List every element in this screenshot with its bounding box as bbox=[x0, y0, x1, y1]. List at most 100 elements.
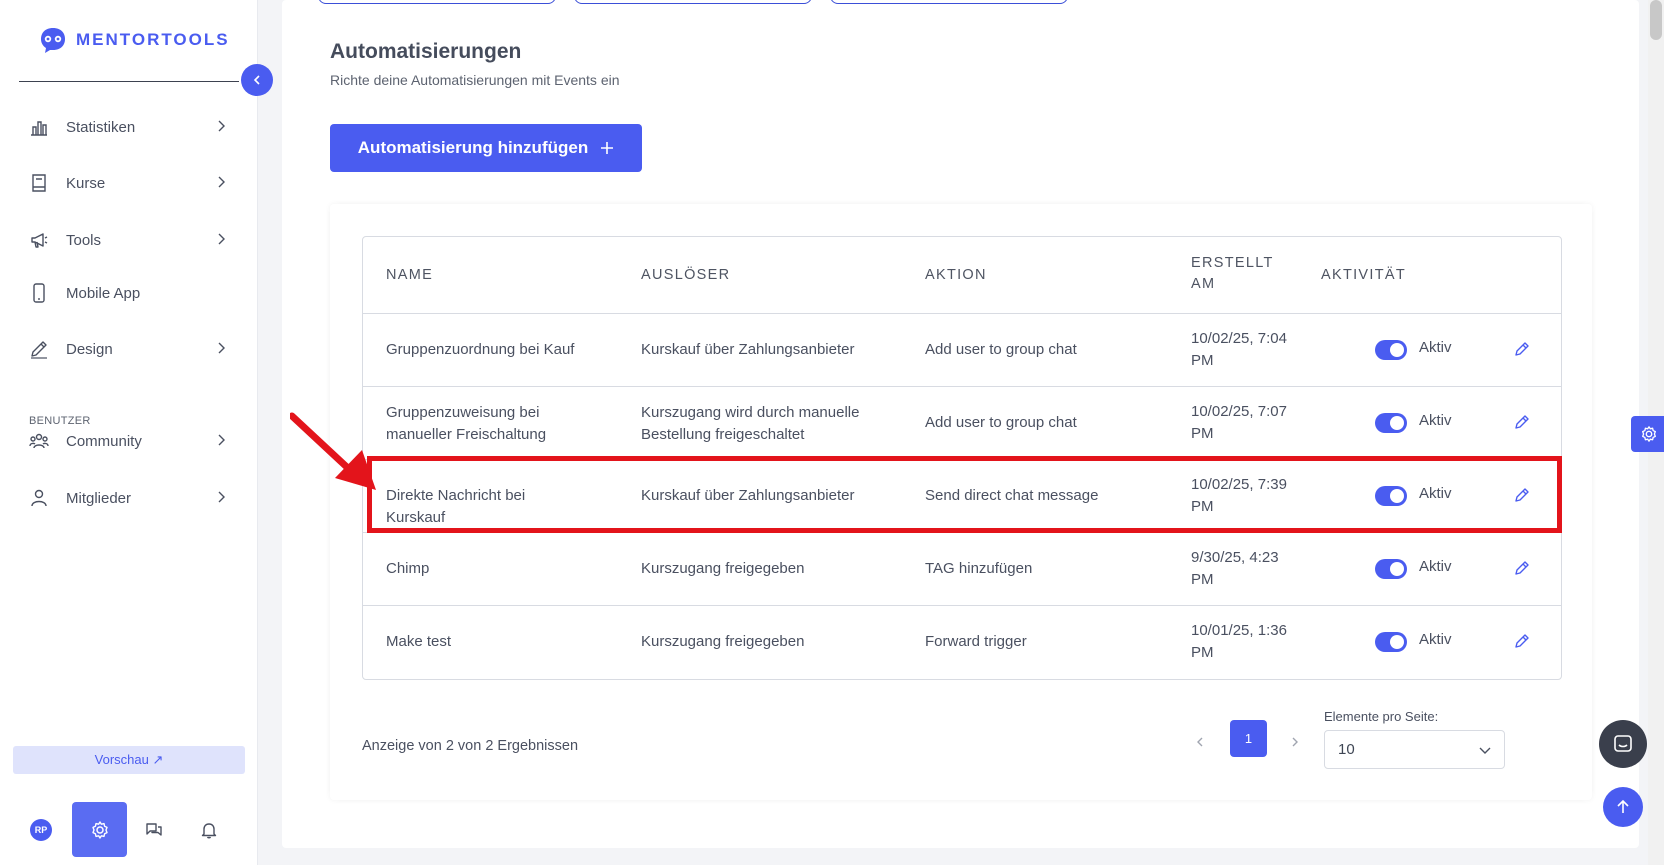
sidebar: MENTORTOOLS Statistiken Kurse Tools Mobile … bbox=[0, 0, 273, 865]
cell-action: Forward trigger bbox=[925, 633, 1027, 650]
result-count: Anzeige von 2 von 2 Ergebnissen bbox=[362, 738, 579, 754]
cell-created: 10/02/25, 7:07 PM bbox=[1191, 403, 1287, 442]
table-row: Direkte Nachricht bei Kurskauf Kurskauf ü… bbox=[363, 460, 1561, 533]
column-header-activity[interactable]: AKTIVITÄT bbox=[1321, 267, 1406, 283]
toggle-label: Aktiv bbox=[1419, 558, 1452, 575]
cell-created: 10/01/25, 1:36 PM bbox=[1191, 622, 1287, 661]
column-header-created[interactable]: ERSTELLT AM bbox=[1191, 253, 1281, 295]
cell-name: Direkte Nachricht bei Kurskauf bbox=[386, 487, 526, 526]
section-label-benutzer: BENUTZER bbox=[29, 415, 91, 427]
toggle-label: Aktiv bbox=[1419, 485, 1452, 502]
page-title: Automatisierungen bbox=[330, 40, 522, 63]
chevron-right-icon bbox=[218, 342, 225, 354]
table-row: Chimp Kurszugang freigegeben TAG hinzufüge… bbox=[363, 533, 1561, 606]
table-row: Gruppenzuweisung bei manueller Freischal… bbox=[363, 387, 1561, 460]
active-toggle[interactable] bbox=[1375, 413, 1407, 433]
cell-trigger: Kurskauf über Zahlungsanbieter bbox=[641, 487, 855, 504]
main-content: Automatisierungen Richte deine Automatis… bbox=[282, 0, 1639, 848]
table-header: NAME AUSLÖSER AKTION ERSTELLT AM AKTIVIT… bbox=[363, 237, 1561, 314]
cell-trigger: Kurszugang freigegeben bbox=[641, 633, 805, 650]
logo[interactable]: MENTORTOOLS bbox=[38, 26, 230, 54]
pencil-icon bbox=[28, 338, 50, 360]
active-toggle[interactable] bbox=[1375, 486, 1407, 506]
sidebar-item-label: Tools bbox=[66, 231, 102, 249]
floating-settings-button[interactable] bbox=[1631, 416, 1664, 452]
bar-chart-icon bbox=[28, 116, 50, 138]
sidebar-item-label: Design bbox=[66, 340, 113, 358]
top-filter-button[interactable] bbox=[830, 0, 1068, 4]
chevron-left-icon bbox=[1197, 737, 1203, 747]
gear-icon bbox=[1642, 426, 1656, 442]
scroll-to-top-button[interactable] bbox=[1603, 787, 1643, 827]
cell-action: TAG hinzufügen bbox=[925, 560, 1033, 577]
chat-bubbles-button[interactable] bbox=[142, 818, 166, 842]
sidebar-item-label: Mobile App bbox=[66, 284, 141, 302]
chevron-right-icon bbox=[218, 176, 225, 188]
per-page-label: Elemente pro Seite: bbox=[1324, 709, 1439, 724]
active-toggle[interactable] bbox=[1375, 340, 1407, 360]
column-header-action[interactable]: AKTION bbox=[925, 267, 987, 283]
active-toggle[interactable] bbox=[1375, 632, 1407, 652]
cell-action: Add user to group chat bbox=[925, 341, 1077, 358]
sidebar-item-label: Statistiken bbox=[66, 118, 136, 136]
user-icon bbox=[28, 487, 50, 509]
sidebar-item-mitglieder[interactable]: Mitglieder bbox=[28, 485, 228, 511]
table-row: Gruppenzuordnung bei Kauf Kurskauf über Z… bbox=[363, 314, 1561, 387]
scrollbar-thumb[interactable] bbox=[1650, 0, 1662, 40]
collapse-sidebar-button[interactable] bbox=[241, 64, 273, 96]
table-body: Gruppenzuordnung bei Kauf Kurskauf über Z… bbox=[363, 314, 1561, 679]
settings-button[interactable] bbox=[72, 802, 127, 857]
top-filter-button[interactable] bbox=[318, 0, 556, 4]
add-automation-button[interactable]: Automatisierung hinzufügen bbox=[330, 124, 642, 172]
page-subtitle: Richte deine Automatisierungen mit Event… bbox=[330, 72, 620, 88]
arrow-up-icon bbox=[1617, 799, 1629, 813]
previous-page-button[interactable] bbox=[1192, 732, 1208, 752]
sidebar-item-design[interactable]: Design bbox=[28, 336, 228, 362]
bell-icon bbox=[201, 823, 217, 839]
phone-icon bbox=[28, 282, 50, 304]
sidebar-item-community[interactable]: Community bbox=[28, 428, 228, 454]
megaphone-icon bbox=[28, 229, 50, 251]
table-row: Make test Kurszugang freigegeben Forward t… bbox=[363, 606, 1561, 679]
cell-action: Send direct chat message bbox=[925, 487, 1099, 504]
cell-created: 9/30/25, 4:23 PM bbox=[1191, 549, 1279, 588]
cell-action: Add user to group chat bbox=[925, 414, 1077, 431]
per-page-select[interactable]: 10 bbox=[1324, 730, 1505, 769]
preview-button[interactable]: Vorschau ↗ bbox=[13, 746, 245, 774]
gear-icon bbox=[91, 820, 108, 839]
next-page-button[interactable] bbox=[1287, 732, 1303, 752]
sidebar-bottom-bar: RP bbox=[0, 802, 258, 862]
edit-pencil-icon[interactable] bbox=[1513, 559, 1531, 577]
edit-pencil-icon[interactable] bbox=[1513, 413, 1531, 431]
book-icon bbox=[28, 172, 50, 194]
notifications-button[interactable] bbox=[197, 818, 221, 842]
cell-name: Gruppenzuweisung bei manueller Freischal… bbox=[386, 404, 547, 443]
cell-name: Make test bbox=[386, 633, 452, 650]
avatar[interactable]: RP bbox=[30, 819, 52, 841]
toggle-label: Aktiv bbox=[1419, 339, 1452, 356]
active-toggle[interactable] bbox=[1375, 559, 1407, 579]
cell-trigger: Kurszugang freigegeben bbox=[641, 560, 805, 577]
chevron-down-icon bbox=[1479, 747, 1491, 754]
plus-icon bbox=[601, 142, 614, 154]
sidebar-item-mobile-app[interactable]: Mobile App bbox=[28, 280, 228, 306]
group-icon bbox=[28, 430, 50, 452]
chevron-right-icon bbox=[1292, 737, 1298, 747]
per-page-value: 10 bbox=[1338, 741, 1355, 758]
brand-name: MENTORTOOLS bbox=[76, 30, 230, 49]
edit-pencil-icon[interactable] bbox=[1513, 486, 1531, 504]
column-header-trigger[interactable]: AUSLÖSER bbox=[641, 267, 730, 283]
sidebar-item-kurse[interactable]: Kurse bbox=[28, 170, 228, 196]
chat-bubbles-icon bbox=[146, 823, 162, 836]
edit-pencil-icon[interactable] bbox=[1513, 632, 1531, 650]
automations-table: NAME AUSLÖSER AKTION ERSTELLT AM AKTIVIT… bbox=[362, 236, 1562, 680]
top-filter-button[interactable] bbox=[574, 0, 812, 4]
sidebar-item-tools[interactable]: Tools bbox=[28, 227, 228, 253]
sidebar-item-label: Community bbox=[66, 432, 142, 450]
sidebar-item-statistiken[interactable]: Statistiken bbox=[28, 114, 228, 140]
support-chat-button[interactable] bbox=[1599, 720, 1647, 768]
edit-pencil-icon[interactable] bbox=[1513, 340, 1531, 358]
page-button-current[interactable]: 1 bbox=[1230, 720, 1267, 757]
column-header-name[interactable]: NAME bbox=[386, 267, 433, 283]
cell-name: Gruppenzuordnung bei Kauf bbox=[386, 341, 575, 358]
